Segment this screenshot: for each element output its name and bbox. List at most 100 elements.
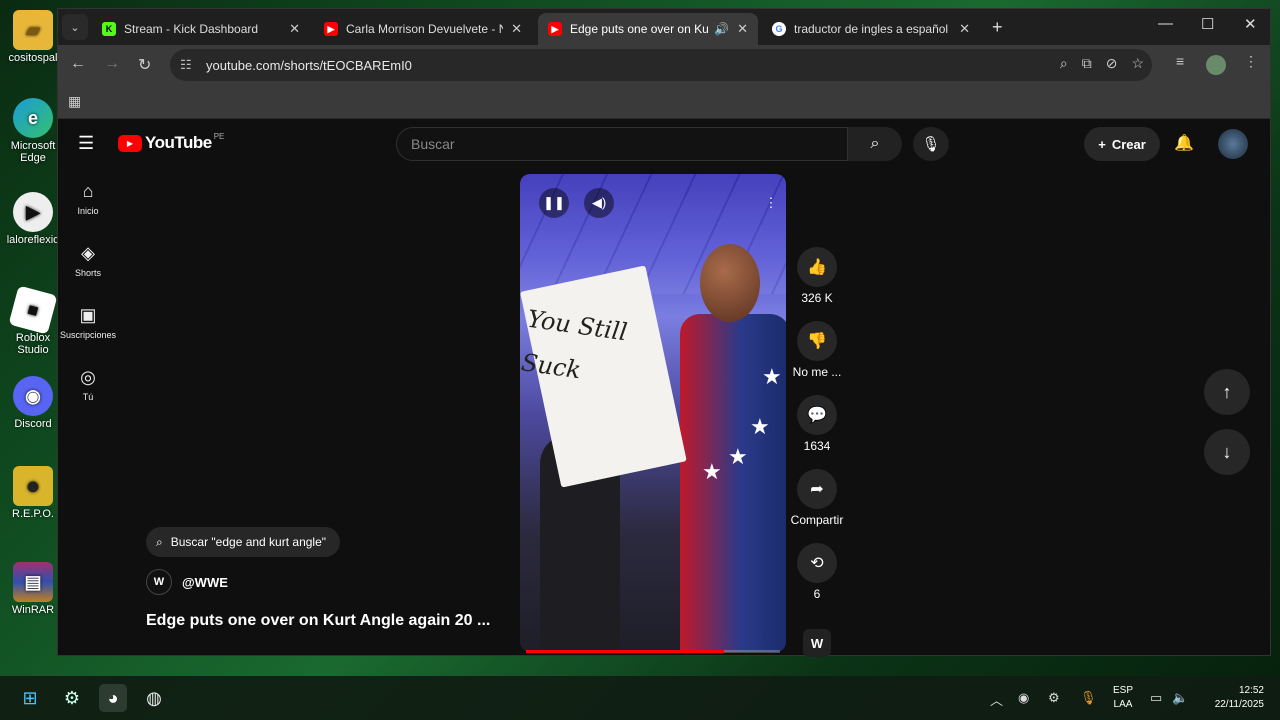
steam-icon[interactable]: ⚙ [58,684,86,712]
guide-item-inicio[interactable]: ⌂ Inicio [58,181,118,216]
winrar-icon: ▤ [13,562,53,602]
media-icon: ▶ [13,192,53,232]
short-video-player[interactable]: ★ ★ ★ ★ You Still Suck ❚❚ ◀) ⋮ [520,174,786,652]
chrome-icon[interactable]: ◕ [99,684,127,712]
youtube-play-icon: ▶ [118,134,142,152]
desktop-icon-roblox[interactable]: ■ Roblox Studio [4,285,62,356]
desktop-icons: ▰ cositospal e Microsoft Edge ▶ lalorefl… [0,0,62,680]
reload-button[interactable]: ↻ [138,55,151,75]
more-vertical-icon: ⋮ [764,195,778,210]
voice-search-button[interactable]: 🎙 [913,127,949,161]
thumbs-down-icon: 👎 [797,321,837,361]
media-control-icon[interactable]: ≡ [1176,53,1184,69]
remix-icon: ⟲ [797,543,837,583]
hamburger-menu-icon[interactable]: ☰ [78,133,94,154]
video-more-button[interactable]: ⋮ [756,188,786,218]
video-title[interactable]: Edge puts one over on Kurt Angle again 2… [146,612,490,630]
minimize-button[interactable]: — [1158,15,1173,32]
tab-search-button[interactable]: ⌄ [62,14,88,40]
shorts-icon: ◈ [81,243,95,263]
channel-thumbnail[interactable]: W [803,629,831,657]
close-icon[interactable]: ✕ [511,21,522,37]
clock[interactable]: 12:52 22/11/2025 [1200,684,1264,712]
eye-off-icon[interactable]: ⊘ [1106,55,1118,72]
edge-icon: e [13,98,53,138]
site-info-icon[interactable]: ☷ [180,57,196,73]
search-icon: ⌕ [156,534,163,549]
new-tab-button[interactable]: + [992,17,1003,38]
bookmarks-bar: ▦ [58,85,1270,119]
network-icon[interactable]: ▭ [1150,690,1162,706]
like-button[interactable]: 👍 326 K [790,247,844,305]
address-bar[interactable]: ☷ youtube.com/shorts/tEOCBAREmI0 ⌕ ⧉ ⊘ ☆ [170,49,1152,81]
speaker-icon[interactable]: 🔈 [1172,690,1188,706]
next-short-button[interactable]: ↓ [1204,429,1250,475]
desktop-icon-winrar[interactable]: ▤ WinRAR [4,562,62,616]
guide-item-tu[interactable]: ◎ Tú [58,367,118,402]
close-icon[interactable]: ✕ [289,21,300,37]
language-indicator[interactable]: ESP LAA [1108,684,1138,712]
forward-button[interactable]: → [104,55,120,73]
create-button[interactable]: + Crear [1084,127,1160,161]
microphone-icon[interactable]: 🎙 [1080,690,1097,706]
desktop-icon-laloreflexio[interactable]: ▶ laloreflexio [4,192,62,246]
close-icon[interactable]: ✕ [959,21,970,37]
youtube-logo[interactable]: ▶ YouTube PE [118,132,224,153]
share-icon: ➦ [797,469,837,509]
desktop-icon-discord[interactable]: ◉ Discord [4,376,62,430]
youtube-icon: ▶ [324,22,338,36]
tab-carla-morrison[interactable]: ▶ Carla Morrison Devuelvete - Na ✕ [314,13,532,45]
zoom-icon[interactable]: ⌕ [1060,55,1068,72]
apps-grid-icon[interactable]: ▦ [68,93,81,110]
bookmark-star-icon[interactable]: ☆ [1131,55,1144,72]
desktop-icon-folder[interactable]: ▰ cositospal [4,10,62,64]
repo-icon: ☻ [13,466,53,506]
profile-avatar[interactable] [1206,55,1226,75]
tray-app-icon[interactable]: ◉ [1018,690,1029,706]
back-button[interactable]: ← [70,55,86,73]
mic-icon: 🎙 [921,136,941,153]
wwe-logo-icon: W [810,635,824,651]
share-button[interactable]: ➦ Compartir [790,469,844,527]
notifications-bell-icon[interactable]: 🔔 [1174,133,1194,153]
kick-icon: K [102,22,116,36]
obs-icon[interactable]: ◍ [140,684,168,712]
desktop-icon-repo[interactable]: ☻ R.E.P.O. [4,466,62,520]
video-progress-bar[interactable] [526,650,780,653]
dislike-button[interactable]: 👎 No me ... [790,321,844,379]
desktop-icon-edge[interactable]: e Microsoft Edge [4,98,62,164]
volume-button[interactable]: ◀) [584,188,614,218]
previous-short-button[interactable]: ↑ [1204,369,1250,415]
search-field[interactable] [396,127,848,161]
chevron-up-icon[interactable]: ︿ [990,690,1003,709]
steam-tray-icon[interactable]: ⚙ [1048,690,1060,706]
account-avatar[interactable] [1218,129,1248,159]
channel-row[interactable]: W @WWE [146,569,228,595]
guide-item-suscripciones[interactable]: ▣ Suscripciones [58,305,118,340]
maximize-button[interactable]: ☐ [1201,15,1214,33]
comments-button[interactable]: 💬 1634 [790,395,844,453]
cast-icon[interactable]: ⧉ [1082,55,1092,72]
search-input[interactable] [397,128,847,160]
speaker-icon[interactable]: 🔊 [714,22,729,36]
windows-start-icon[interactable]: ⊞ [16,684,44,712]
taskbar: ⊞ ⚙ ◕ ◍ ︿ ◉ ⚙ 🎙 ESP LAA ▭ 🔈 12:52 22/11/… [0,676,1280,720]
tab-edge-kurt[interactable]: ▶ Edge puts one over on Kurt 🔊 ✕ [538,13,758,45]
tab-traductor[interactable]: G traductor de ingles a español - ✕ [762,13,980,45]
youtube-icon: ▶ [548,22,562,36]
browser-window: ⌄ K Stream - Kick Dashboard ✕ ▶ Carla Mo… [57,8,1271,657]
search-button[interactable]: ⌕ [848,127,902,161]
google-icon: G [772,22,786,36]
folder-icon: ▰ [13,10,53,50]
menu-icon[interactable]: ⋮ [1244,53,1258,70]
close-window-button[interactable]: ✕ [1244,15,1257,33]
guide-item-shorts[interactable]: ◈ Shorts [58,243,118,278]
arrow-down-icon: ↓ [1222,441,1232,462]
pause-button[interactable]: ❚❚ [539,188,569,218]
tab-kick[interactable]: K Stream - Kick Dashboard ✕ [92,13,310,45]
close-icon[interactable]: ✕ [737,21,748,37]
search-suggestion-chip[interactable]: ⌕ Buscar "edge and kurt angle" [146,527,341,557]
remix-button[interactable]: ⟲ 6 [790,543,844,601]
youtube-page: ☰ ▶ YouTube PE ⌕ 🎙 + Crear 🔔 ⌂ Inicio [58,119,1270,657]
search-icon: ⌕ [870,135,880,152]
